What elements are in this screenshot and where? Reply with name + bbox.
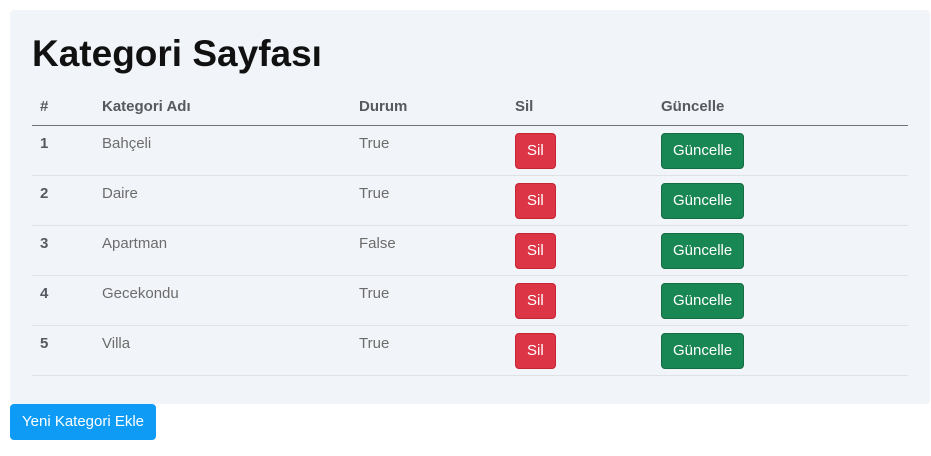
row-name: Gecekondu [94,275,351,326]
row-name: Villa [94,325,351,376]
row-id: 4 [32,275,94,326]
delete-button[interactable]: Sil [515,182,556,219]
row-name: Bahçeli [94,125,351,176]
table-row: 5 Villa True Sil Güncelle [32,325,908,376]
delete-button[interactable]: Sil [515,232,556,269]
delete-button[interactable]: Sil [515,332,556,369]
update-button[interactable]: Güncelle [661,182,745,219]
row-status: True [351,325,507,376]
header-name: Kategori Adı [94,88,351,126]
table-row: 3 Apartman False Sil Güncelle [32,225,908,276]
row-name: Apartman [94,225,351,276]
row-status: True [351,275,507,326]
header-delete: Sil [507,88,653,126]
row-id: 2 [32,175,94,226]
row-name: Daire [94,175,351,226]
delete-button[interactable]: Sil [515,132,556,169]
header-id: # [32,88,94,126]
table-row: 4 Gecekondu True Sil Güncelle [32,275,908,326]
update-button[interactable]: Güncelle [661,332,745,369]
category-card: Kategori Sayfası # Kategori Adı Durum Si… [10,10,930,404]
row-id: 5 [32,325,94,376]
category-table: # Kategori Adı Durum Sil Güncelle 1 Bahç… [32,88,908,376]
table-row: 1 Bahçeli True Sil Güncelle [32,125,908,176]
delete-button[interactable]: Sil [515,282,556,319]
table-header-row: # Kategori Adı Durum Sil Güncelle [32,88,908,126]
row-status: True [351,175,507,226]
row-id: 3 [32,225,94,276]
update-button[interactable]: Güncelle [661,232,745,269]
table-row: 2 Daire True Sil Güncelle [32,175,908,226]
row-id: 1 [32,125,94,176]
header-update: Güncelle [653,88,908,126]
update-button[interactable]: Güncelle [661,282,745,319]
header-status: Durum [351,88,507,126]
row-status: True [351,125,507,176]
page-title: Kategori Sayfası [32,33,322,74]
add-category-button[interactable]: Yeni Kategori Ekle [10,404,157,440]
row-status: False [351,225,507,276]
update-button[interactable]: Güncelle [661,132,745,169]
